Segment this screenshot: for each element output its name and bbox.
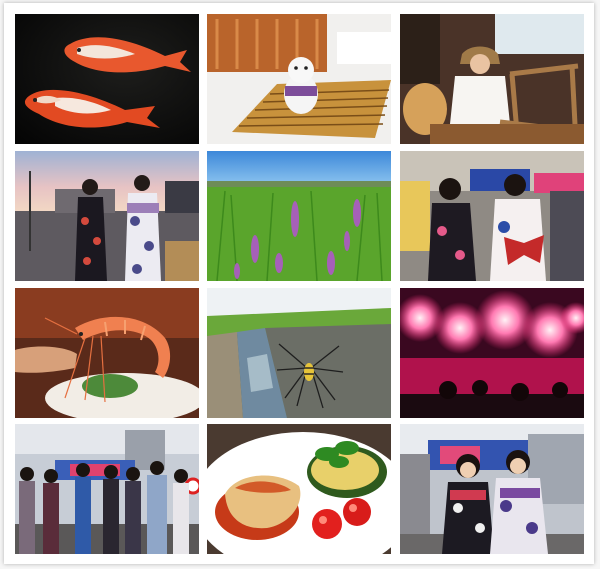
dinner-plate-photo xyxy=(207,424,391,554)
festival-group-photo xyxy=(15,424,199,554)
loom-weaving-photo xyxy=(400,14,584,144)
yukata-duo-photo xyxy=(400,424,584,554)
canal-spider-photo xyxy=(207,288,391,418)
decor-figurine-photo xyxy=(207,14,391,144)
shrimp-photo xyxy=(15,288,199,418)
fireworks-photo xyxy=(400,288,584,418)
koi-fish-photo xyxy=(15,14,199,144)
yukata-street-photo xyxy=(15,151,199,281)
rice-field-flowers-photo xyxy=(207,151,391,281)
festival-girls-photo xyxy=(400,151,584,281)
